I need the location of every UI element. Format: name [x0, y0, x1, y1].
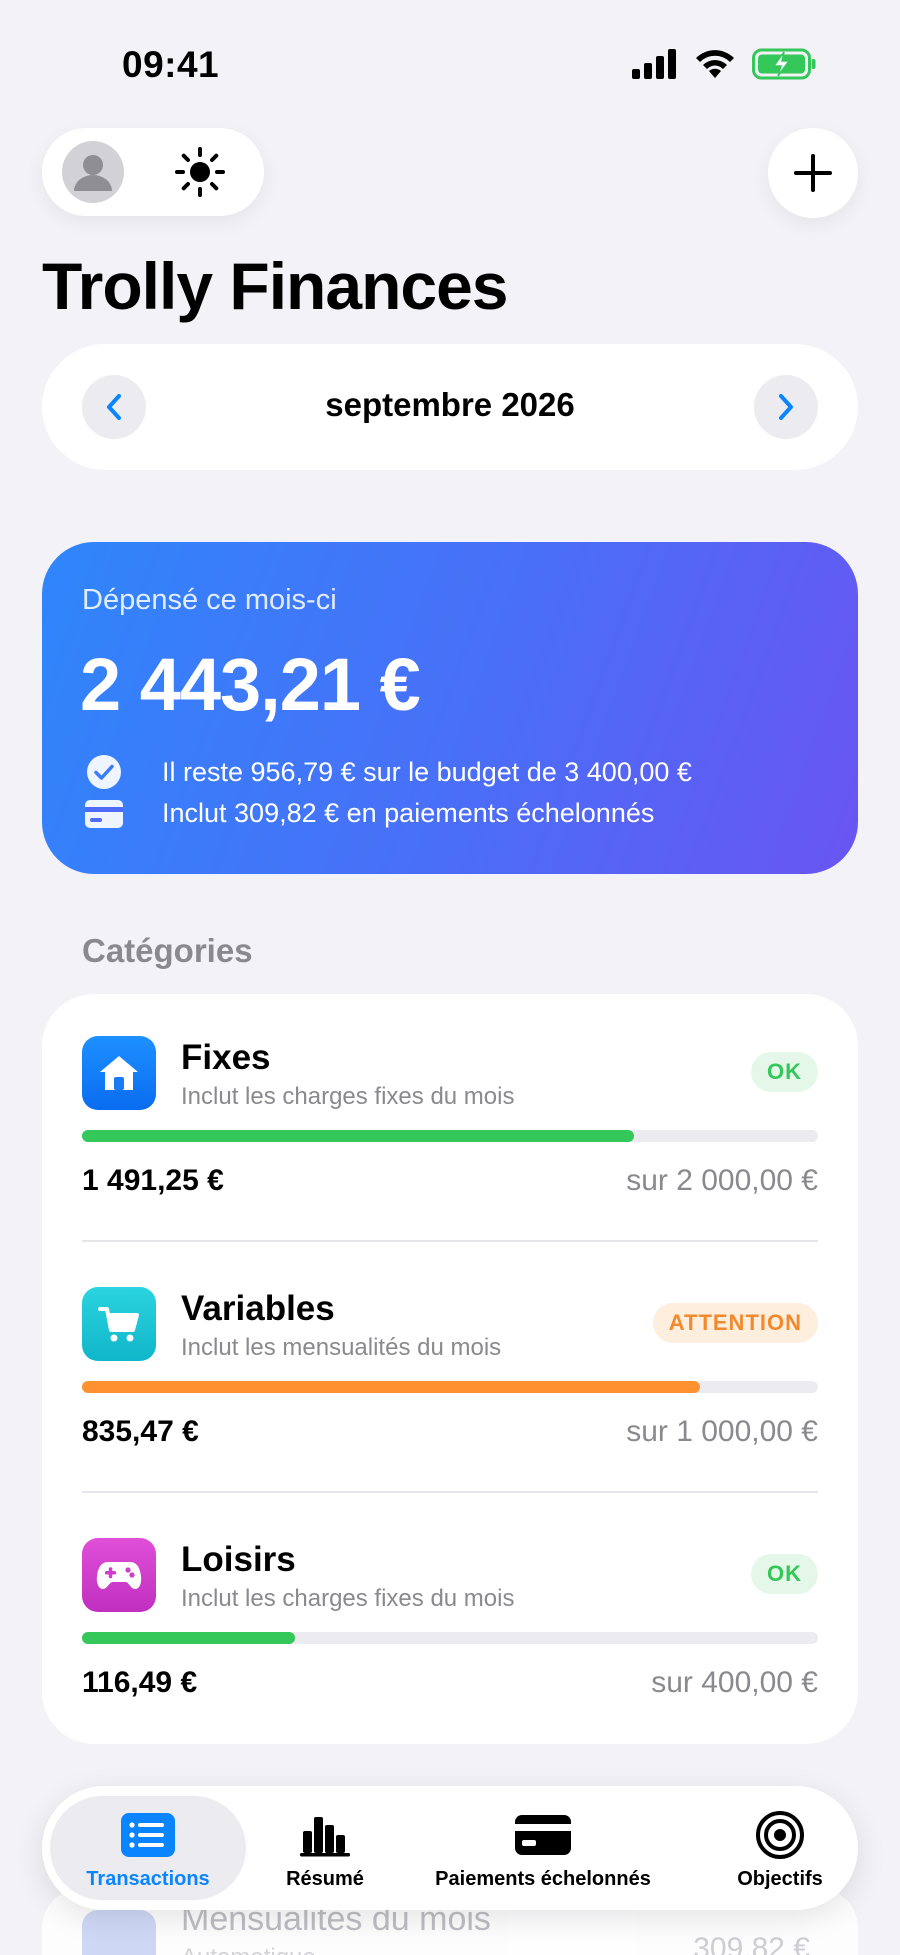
next-month-button[interactable]: [754, 375, 818, 439]
category-subtitle: Inclut les mensualités du mois: [181, 1334, 502, 1361]
tab-transactions[interactable]: Transactions: [50, 1810, 246, 1906]
category-row-loisirs[interactable]: Loisirs Inclut les charges fixes du mois…: [82, 1496, 818, 1699]
budget-remaining-text: Il reste 956,79 € sur le budget de 3 400…: [162, 756, 692, 787]
checkmark-circle-icon: [87, 755, 121, 789]
categories-section-title: Catégories: [82, 932, 253, 969]
cellular-signal-icon: [632, 49, 676, 79]
progress-track: [82, 1632, 818, 1644]
category-spent: 835,47 €: [82, 1415, 199, 1448]
status-bar: 09:41: [0, 0, 900, 130]
progress-track: [82, 1130, 818, 1142]
wifi-icon: [696, 50, 734, 78]
background-row-subtitle: Automatique ·: [181, 1944, 330, 1955]
status-icons: [632, 48, 816, 80]
status-time: 09:41: [122, 44, 220, 85]
background-row-icon: [82, 1910, 156, 1955]
credit-card-icon: [85, 799, 123, 828]
installments-line: Inclut 309,82 € en paiements échelonnés: [84, 798, 654, 829]
category-spent: 1 491,25 €: [82, 1164, 224, 1197]
progress-fill: [82, 1381, 701, 1393]
status-badge: OK: [751, 1052, 818, 1092]
tab-label: Objectifs: [737, 1868, 823, 1890]
tab-label: Résumé: [286, 1868, 364, 1890]
sun-icon[interactable]: [174, 146, 226, 198]
tab-bar: Transactions Résumé Paiements échelonnés…: [42, 1786, 858, 1910]
category-budget: sur 400,00 €: [651, 1666, 818, 1699]
progress-fill: [82, 1130, 634, 1142]
category-budget: sur 2 000,00 €: [626, 1164, 818, 1197]
category-name: Loisirs: [181, 1540, 296, 1579]
person-icon: [74, 155, 112, 191]
category-icon-container: [82, 1036, 156, 1110]
category-budget: sur 1 000,00 €: [626, 1415, 818, 1448]
background-row-amount: 309,82 €: [693, 1932, 810, 1955]
app-screen: 09:41 Trolly Finances septembre 2026 Dép…: [0, 0, 900, 1955]
chart-icon: [300, 1817, 350, 1857]
add-button[interactable]: [768, 128, 858, 218]
chevron-right-icon: [779, 394, 793, 420]
category-subtitle: Inclut les charges fixes du mois: [181, 1585, 515, 1612]
page-title: Trolly Finances: [42, 249, 508, 323]
category-name: Variables: [181, 1289, 335, 1328]
status-badge: ATTENTION: [652, 1303, 818, 1343]
profile-theme-pill: [42, 128, 264, 216]
categories-card: Fixes Inclut les charges fixes du mois O…: [42, 994, 858, 1744]
divider: [82, 1491, 818, 1493]
spending-label: Dépensé ce mois-ci: [82, 584, 337, 616]
category-subtitle: Inclut les charges fixes du mois: [181, 1083, 515, 1110]
category-icon-container: [82, 1538, 156, 1612]
progress-track: [82, 1381, 818, 1393]
tab-objectifs[interactable]: Objectifs: [716, 1810, 844, 1906]
plus-icon: [794, 154, 832, 192]
divider: [82, 1240, 818, 1242]
installments-text: Inclut 309,82 € en paiements échelonnés: [162, 798, 655, 828]
progress-fill: [82, 1632, 296, 1644]
tab-resume[interactable]: Résumé: [260, 1810, 390, 1906]
category-name: Fixes: [181, 1038, 271, 1077]
target-icon: [756, 1811, 804, 1859]
month-label: septembre 2026: [325, 386, 575, 423]
gamepad-icon: [96, 1562, 142, 1589]
category-row-variables[interactable]: Variables Inclut les mensualités du mois…: [82, 1245, 818, 1448]
tab-label: Transactions: [86, 1868, 210, 1890]
list-icon: [121, 1813, 175, 1857]
tab-paiements-echelonnes[interactable]: Paiements échelonnés: [378, 1810, 708, 1906]
spending-summary-card[interactable]: Dépensé ce mois-ci 2 443,21 € Il reste 9…: [42, 542, 858, 874]
cart-icon: [98, 1307, 139, 1342]
spending-amount: 2 443,21 €: [80, 643, 421, 726]
house-icon: [100, 1056, 138, 1090]
budget-remaining-line: Il reste 956,79 € sur le budget de 3 400…: [84, 754, 692, 790]
tab-label: Paiements échelonnés: [435, 1868, 651, 1890]
avatar[interactable]: [62, 141, 124, 203]
battery-charging-icon: [752, 48, 816, 80]
month-selector: septembre 2026: [42, 344, 858, 470]
status-badge: OK: [751, 1554, 818, 1594]
category-icon-container: [82, 1287, 156, 1361]
category-spent: 116,49 €: [82, 1666, 198, 1699]
credit-card-icon: [515, 1815, 571, 1855]
category-row-fixes[interactable]: Fixes Inclut les charges fixes du mois O…: [82, 994, 818, 1197]
